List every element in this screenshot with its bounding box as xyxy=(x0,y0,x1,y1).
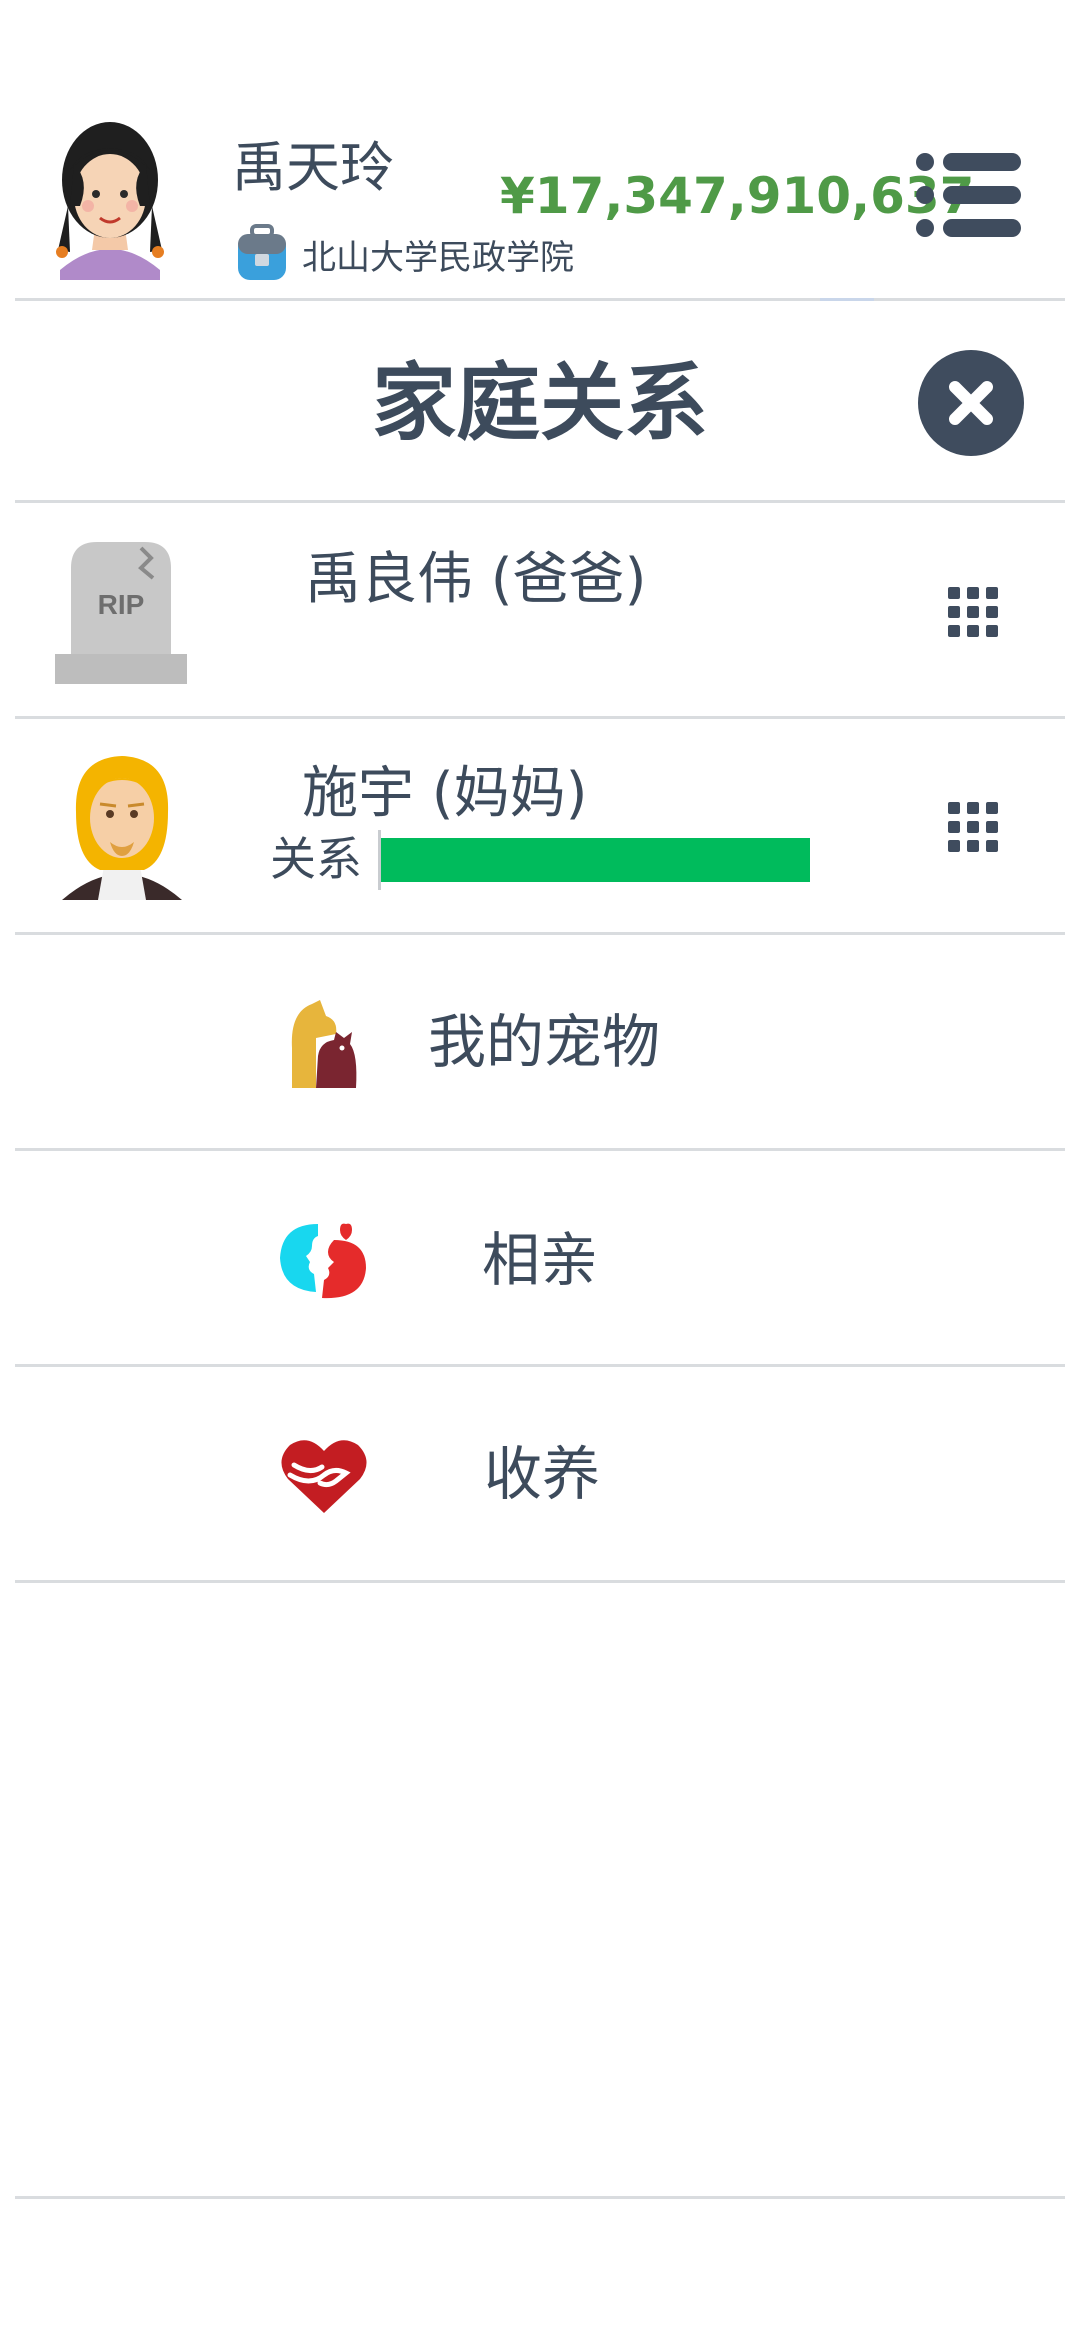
pet-icon[interactable] xyxy=(286,998,362,1088)
dating-icon[interactable] xyxy=(278,1218,368,1302)
tombstone-text: RIP xyxy=(98,589,145,620)
close-icon xyxy=(949,381,993,425)
divider xyxy=(15,500,1065,503)
divider xyxy=(15,2196,1065,2199)
relation-bar-fill xyxy=(378,838,810,882)
relation-bar-marker xyxy=(378,830,381,890)
divider xyxy=(15,298,1065,301)
divider xyxy=(15,1580,1065,1583)
close-button[interactable] xyxy=(918,350,1024,456)
menu-item-adopt[interactable]: 收养 xyxy=(484,1442,600,1506)
relation-bar xyxy=(378,838,810,882)
player-name: 禹天玲 xyxy=(232,136,394,199)
menu-item-dating[interactable]: 相亲 xyxy=(482,1228,598,1292)
grid-menu-icon[interactable] xyxy=(946,585,1000,639)
grid-menu-icon[interactable] xyxy=(946,800,1000,854)
header-accent-line xyxy=(820,298,874,301)
money-balance: ¥17,347,910,637 xyxy=(500,167,975,225)
relation-label: 关系 xyxy=(270,832,362,886)
divider xyxy=(15,932,1065,935)
family-member-name[interactable]: 禹良伟 (爸爸) xyxy=(305,548,647,612)
family-member-name[interactable]: 施宇 (妈妈) xyxy=(302,762,588,826)
player-avatar[interactable] xyxy=(40,110,180,280)
menu-list-icon[interactable] xyxy=(915,150,1025,240)
divider xyxy=(15,1148,1065,1151)
divider xyxy=(15,716,1065,719)
school-name: 北山大学民政学院 xyxy=(302,238,574,278)
tombstone-icon: RIP xyxy=(55,538,187,684)
menu-item-my-pets[interactable]: 我的宠物 xyxy=(428,1010,660,1074)
school-bag-icon xyxy=(235,224,289,282)
mother-avatar xyxy=(60,752,184,900)
adopt-heart-icon[interactable] xyxy=(280,1435,368,1515)
divider xyxy=(15,1364,1065,1367)
